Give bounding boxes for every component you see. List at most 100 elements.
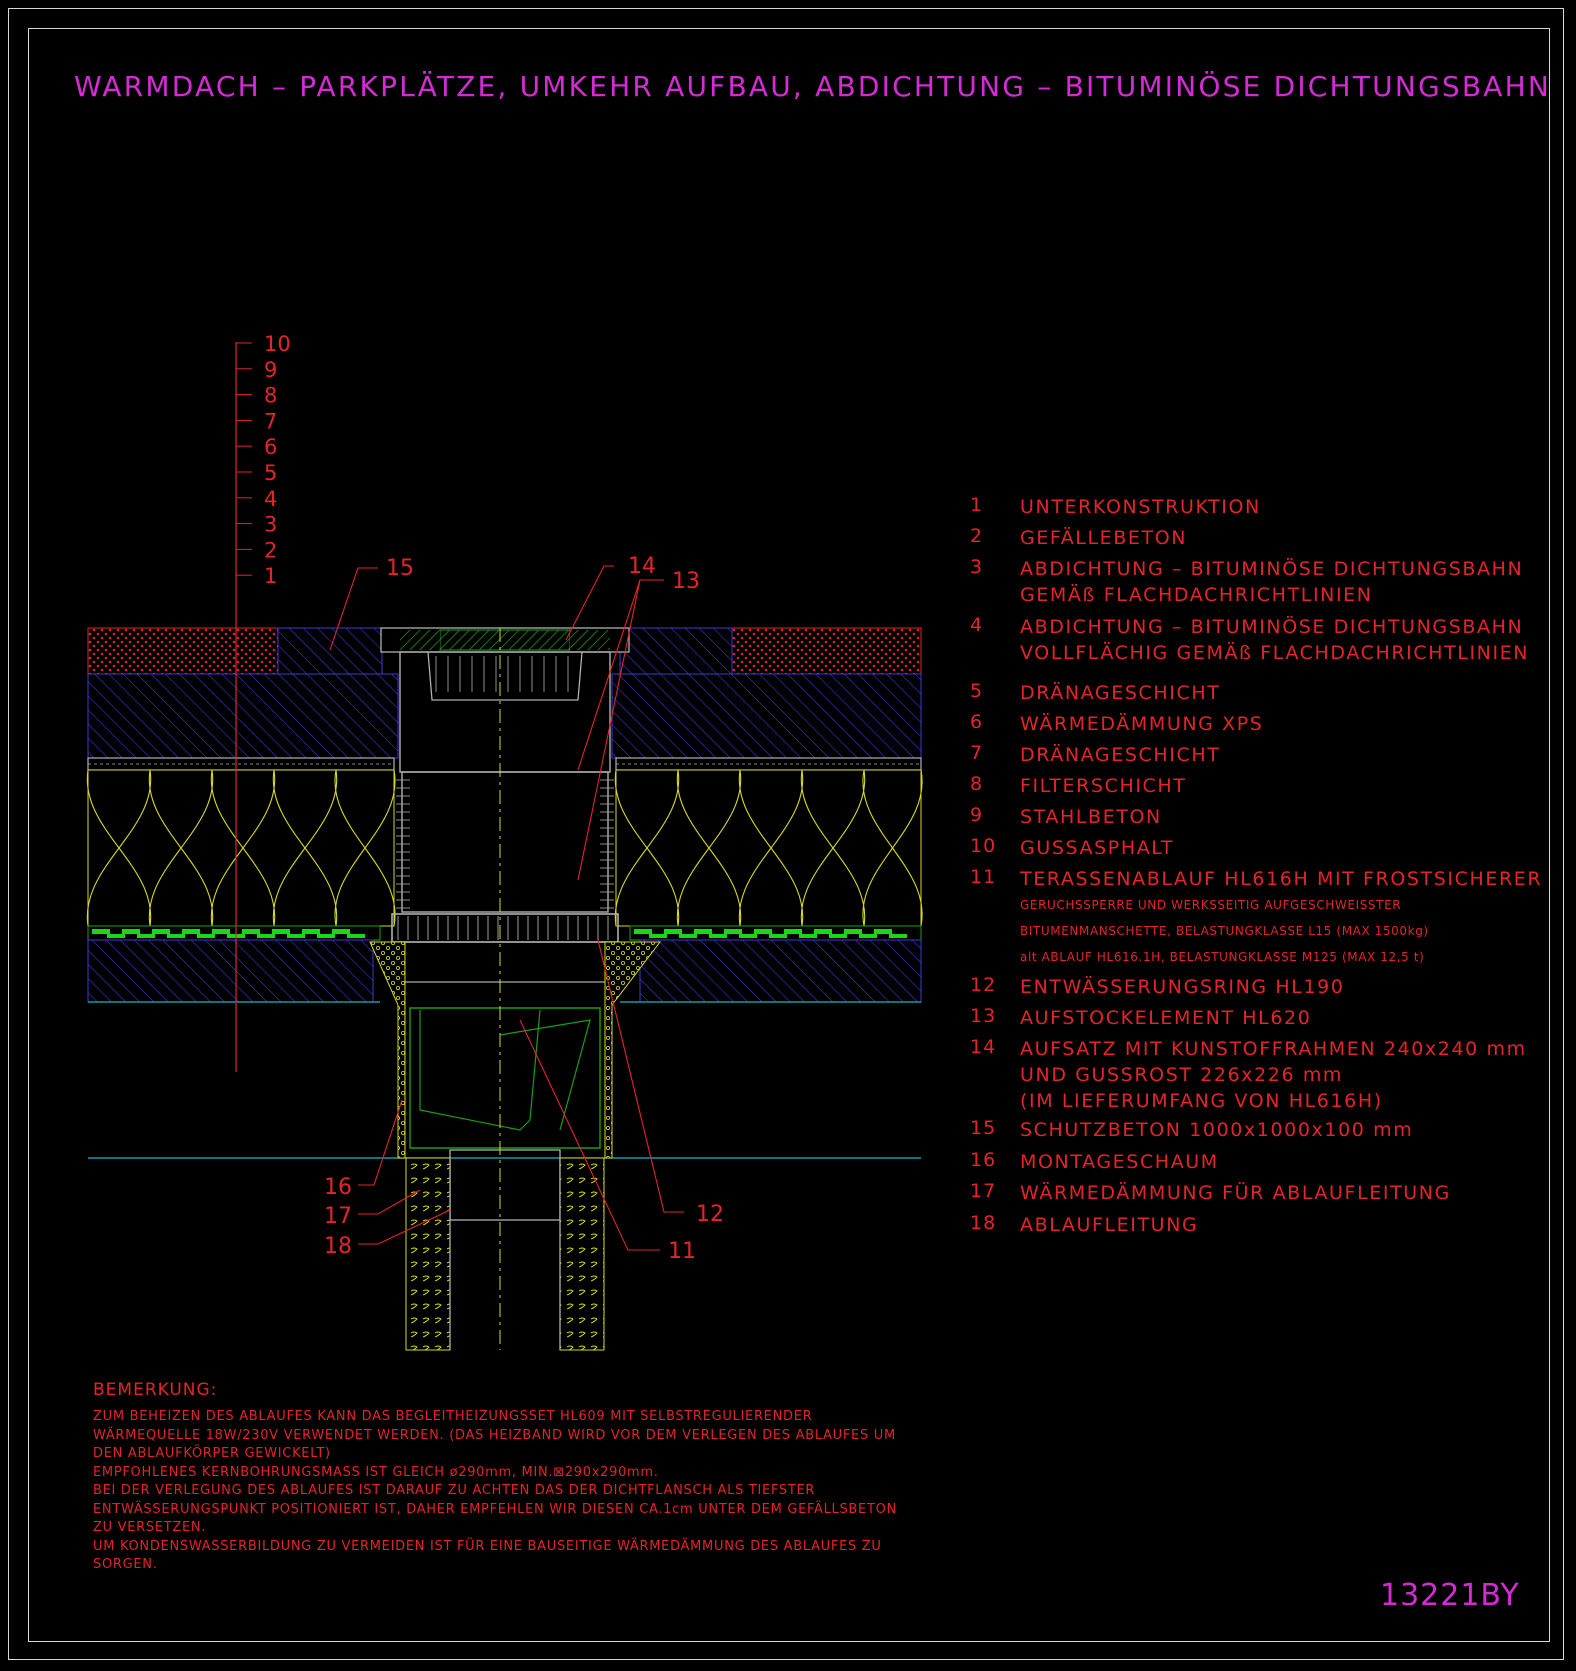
notes-line: ZUM BEHEIZEN DES ABLAUFES KANN DAS BEGLE… [93, 1409, 813, 1424]
callout-label: 15 [386, 556, 414, 581]
legend-text: ABDICHTUNG – BITUMINÖSE DICHTUNGSBAHN VOL… [1020, 614, 1529, 666]
legend-line: VOLLFLÄCHIG GEMÄß FLACHDACHRICHTLINIEN [1020, 642, 1530, 664]
callout-label: 17 [324, 1204, 352, 1229]
grate-side-left [400, 630, 440, 650]
legend-line: ABDICHTUNG – BITUMINÖSE DICHTUNGSBAHN [1020, 616, 1524, 638]
gussrost [439, 629, 571, 651]
gefaellebeton-left [87, 939, 374, 1003]
legend-line: WÄRMEDÄMMUNG XPS [1020, 713, 1264, 735]
legend-text: ENTWÄSSERUNGSRING HL190 [1020, 974, 1345, 1000]
legend-text: GUSSASPHALT [1020, 835, 1174, 861]
legend-text: ABLAUFLEITUNG [1020, 1212, 1198, 1238]
legend-line: GEMÄß FLACHDACHRICHTLINIEN [1020, 584, 1373, 606]
legend-number: 1 [970, 494, 984, 516]
legend-number: 14 [970, 1036, 997, 1058]
geruchsperre [419, 1009, 541, 1131]
stahlbeton-right [611, 673, 922, 759]
legend-subline: BITUMENMANSCHETTE, BELASTUNGKLASSE L15 (… [1020, 924, 1429, 938]
legend-line: AUFSTOCKELEMENT HL620 [1020, 1007, 1312, 1029]
waermedaemmung-left [86, 769, 396, 927]
legend-line: TERASSENABLAUF HL616H MIT FROSTSICHERER [1020, 868, 1543, 890]
legend-line: DRÄNAGESCHICHT [1020, 682, 1221, 704]
schutzbeton-right [619, 627, 733, 675]
legend-number: 6 [970, 711, 984, 733]
legend-text: UNTERKONSTRUKTION [1020, 494, 1261, 520]
geruchsperre-flap [499, 1019, 591, 1131]
callout-label: 14 [628, 554, 656, 579]
montageschaum-left [369, 941, 406, 1159]
legend-number: 15 [970, 1117, 997, 1139]
legend-line: UNTERKONSTRUKTION [1020, 496, 1261, 518]
callout-label: 18 [324, 1234, 352, 1259]
ring-base [399, 941, 611, 983]
legend-number: 4 [970, 614, 984, 636]
legend-text: FILTERSCHICHT [1020, 773, 1187, 799]
notes-block: BEMERKUNG: ZUM BEHEIZEN DES ABLAUFES KAN… [93, 1380, 923, 1575]
scale-label: 4 [264, 487, 277, 511]
legend-number: 9 [970, 804, 984, 826]
legend-text: STAHLBETON [1020, 804, 1162, 830]
legend-number: 16 [970, 1149, 997, 1171]
legend-number: 5 [970, 680, 984, 702]
legend-number: 17 [970, 1180, 997, 1202]
legend-number: 8 [970, 773, 984, 795]
legend-line: ABLAUFLEITUNG [1020, 1214, 1199, 1236]
grate-side-right [570, 630, 610, 650]
legend-text: DRÄNAGESCHICHT [1020, 680, 1220, 706]
legend-number: 18 [970, 1212, 997, 1234]
legend-line: ABDICHTUNG – BITUMINÖSE DICHTUNGSBAHN [1020, 558, 1524, 580]
legend-line: ENTWÄSSERUNGSRING HL190 [1020, 976, 1345, 998]
waermedaemmung-right [614, 769, 923, 927]
legend-line: DRÄNAGESCHICHT [1020, 744, 1221, 766]
scale-label: 3 [264, 513, 277, 537]
scale-label: 7 [264, 409, 277, 433]
notes-title: BEMERKUNG: [93, 1380, 218, 1400]
legend-line: GEFÄLLEBETON [1020, 527, 1188, 549]
scale-label: 8 [264, 384, 277, 408]
notes-line: EMPFOHLENES KERNBOHRUNGSMASS IST GLEICH … [93, 1464, 659, 1480]
notes-line: WÄRMEQUELLE 18W/230V VERWENDET WERDEN. (… [93, 1427, 896, 1443]
gussasphalt-right [731, 627, 922, 675]
aufsatz-body [399, 651, 611, 773]
scale-label: 2 [264, 538, 277, 562]
scale-label: 6 [264, 435, 277, 459]
legend-subline: alt ABLAUF HL616.1H, BELASTUNGKLASSE M12… [1020, 950, 1425, 964]
legend-line: UND GUSSROST 226x226 mm [1020, 1064, 1344, 1086]
scale-label: 5 [264, 461, 277, 485]
notes-line: SORGEN. [93, 1557, 158, 1572]
gussasphalt-left [87, 627, 279, 675]
legend-line: (IM LIEFERUMFANG VON HL616H) [1020, 1090, 1383, 1112]
notes-lines: ZUM BEHEIZEN DES ABLAUFES KANN DAS BEGLE… [93, 1408, 923, 1575]
stahlbeton-left [87, 673, 399, 759]
legend-text: WÄRMEDÄMMUNG FÜR ABLAUFLEITUNG [1020, 1180, 1451, 1206]
abdichtung-right [629, 925, 922, 941]
scale-label: 1 [264, 564, 277, 588]
legend-number: 10 [970, 835, 997, 857]
callout-label: 13 [672, 569, 700, 594]
legend-number: 7 [970, 742, 984, 764]
dirt-trap [427, 651, 583, 701]
pipe-insulation-right [559, 1157, 605, 1351]
legend-text: MONTAGESCHAUM [1020, 1149, 1219, 1175]
aufstockelement [401, 771, 609, 913]
legend-line: STAHLBETON [1020, 806, 1162, 828]
notes-line: ENTWÄSSERUNGSPUNKT POSITIONIERT IST, DAH… [93, 1501, 897, 1517]
drawing-code: 13221BY [1380, 1578, 1520, 1613]
notes-line: ZU VERSETZEN. [93, 1520, 207, 1535]
callout-label: 16 [324, 1175, 352, 1200]
legend-number: 3 [970, 556, 984, 578]
scale-label: 10 [264, 332, 291, 356]
legend-line: AUFSATZ MIT KUNSTOFFRAHMEN 240x240 mm [1020, 1038, 1527, 1060]
legend-line: GUSSASPHALT [1020, 837, 1175, 859]
legend-subline: GERUCHSSPERRE UND WERKSSEITIG AUFGESCHWE… [1020, 898, 1402, 912]
callout-label: 11 [668, 1239, 696, 1264]
legend-text: TERASSENABLAUF HL616H MIT FROSTSICHERER G… [1020, 866, 1542, 970]
legend-number: 2 [970, 525, 984, 547]
notes-line: BEI DER VERLEGUNG DES ABLAUFES IST DARAU… [93, 1483, 816, 1498]
legend-text: AUFSATZ MIT KUNSTOFFRAHMEN 240x240 mm UND… [1020, 1036, 1527, 1114]
callout-label: 12 [696, 1202, 724, 1227]
abdichtung-left [87, 925, 381, 941]
notes-line: UM KONDENSWASSERBILDUNG ZU VERMEIDEN IST… [93, 1538, 882, 1554]
legend-text: SCHUTZBETON 1000x1000x100 mm [1020, 1117, 1413, 1143]
legend-text: DRÄNAGESCHICHT [1020, 742, 1220, 768]
